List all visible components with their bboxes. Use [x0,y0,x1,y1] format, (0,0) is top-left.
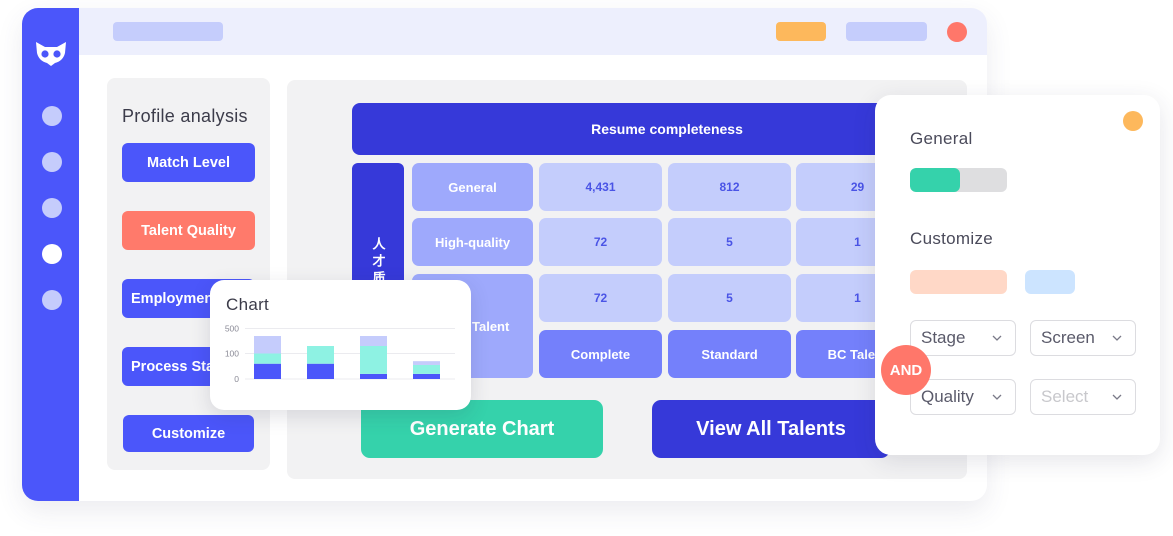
talent-quality-button[interactable]: Talent Quality [122,211,255,250]
dropdown-placeholder: Select [1041,387,1089,406]
bar-segment-series-3-1 [254,336,281,354]
status-indicator-dot [1123,111,1143,131]
progress-fill [910,168,961,192]
owl-logo-icon[interactable] [36,42,66,66]
filter-card: General Customize Stage Screen Quality S… [875,95,1160,455]
bar-segment-series-1-3 [360,373,387,379]
sidebar-item-1[interactable] [42,106,62,126]
customize-label: Customize [910,229,994,248]
row-label-general: General [412,163,533,211]
close-icon[interactable] [947,22,967,42]
bar-segment-series-1-4 [413,373,440,379]
table-cell[interactable]: 72 [539,218,662,266]
panel-title: Profile analysis [122,106,248,126]
y-tick-label: 0 [234,374,239,384]
bar-segment-series-2-1 [254,353,281,364]
column-header-complete: Complete [539,330,662,378]
table-cell[interactable]: 812 [668,163,791,211]
bar-segment-series-2-4 [413,364,440,374]
column-header-standard: Standard [668,330,791,378]
bar-segment-series-2-2 [307,346,334,364]
y-tick-label: 500 [225,324,239,334]
sidebar-item-2[interactable] [42,152,62,172]
bar-segment-series-1-1 [254,363,281,379]
top-bar [79,8,987,55]
dropdown-value: Screen [1041,328,1095,347]
user-menu-pill[interactable] [846,22,927,41]
and-operator-badge[interactable]: AND [881,345,931,395]
table-cell[interactable]: 5 [668,274,791,322]
app-window: Profile analysis Match Level Talent Qual… [22,8,987,501]
row-label-high-quality: High-quality [412,218,533,266]
sidebar [22,8,79,501]
custom-tag-2[interactable] [1025,270,1075,294]
view-all-talents-button[interactable]: View All Talents [652,400,890,458]
bar-segment-series-3-4 [413,361,440,365]
dropdown-value: Stage [921,328,966,347]
title-placeholder-bar [113,22,223,41]
sidebar-item-3[interactable] [42,198,62,218]
profile-analysis-panel: Profile analysis Match Level Talent Qual… [107,78,270,470]
chart-card: 0 100 500 Chart [210,280,471,410]
bar-segment-series-2-3 [360,346,387,374]
notification-pill[interactable] [776,22,826,41]
match-level-button[interactable]: Match Level [122,143,255,182]
general-label: General [910,129,973,148]
chevron-down-icon [992,335,1002,341]
table-cell[interactable]: 4,431 [539,163,662,211]
sidebar-item-5[interactable] [42,290,62,310]
table-cell[interactable]: 5 [668,218,791,266]
chart-title: Chart [226,295,270,314]
stage-dropdown[interactable]: Stage [910,320,1016,356]
chevron-down-icon [992,394,1002,400]
customize-button[interactable]: Customize [123,415,254,452]
table-cell[interactable]: 72 [539,274,662,322]
chevron-down-icon [1112,394,1122,400]
y-tick-label: 100 [225,349,239,359]
general-toggle-progress[interactable] [910,168,1007,192]
table-header: Resume completeness [352,103,942,155]
dropdown-value: Quality [921,387,974,406]
bar-segment-series-1-2 [307,363,334,379]
select-dropdown[interactable]: Select [1030,379,1136,415]
custom-tag-1[interactable] [910,270,1007,294]
bar-segment-series-3-3 [360,336,387,346]
screen-dropdown[interactable]: Screen [1030,320,1136,356]
sidebar-item-4-active[interactable] [42,244,62,264]
chevron-down-icon [1112,335,1122,341]
